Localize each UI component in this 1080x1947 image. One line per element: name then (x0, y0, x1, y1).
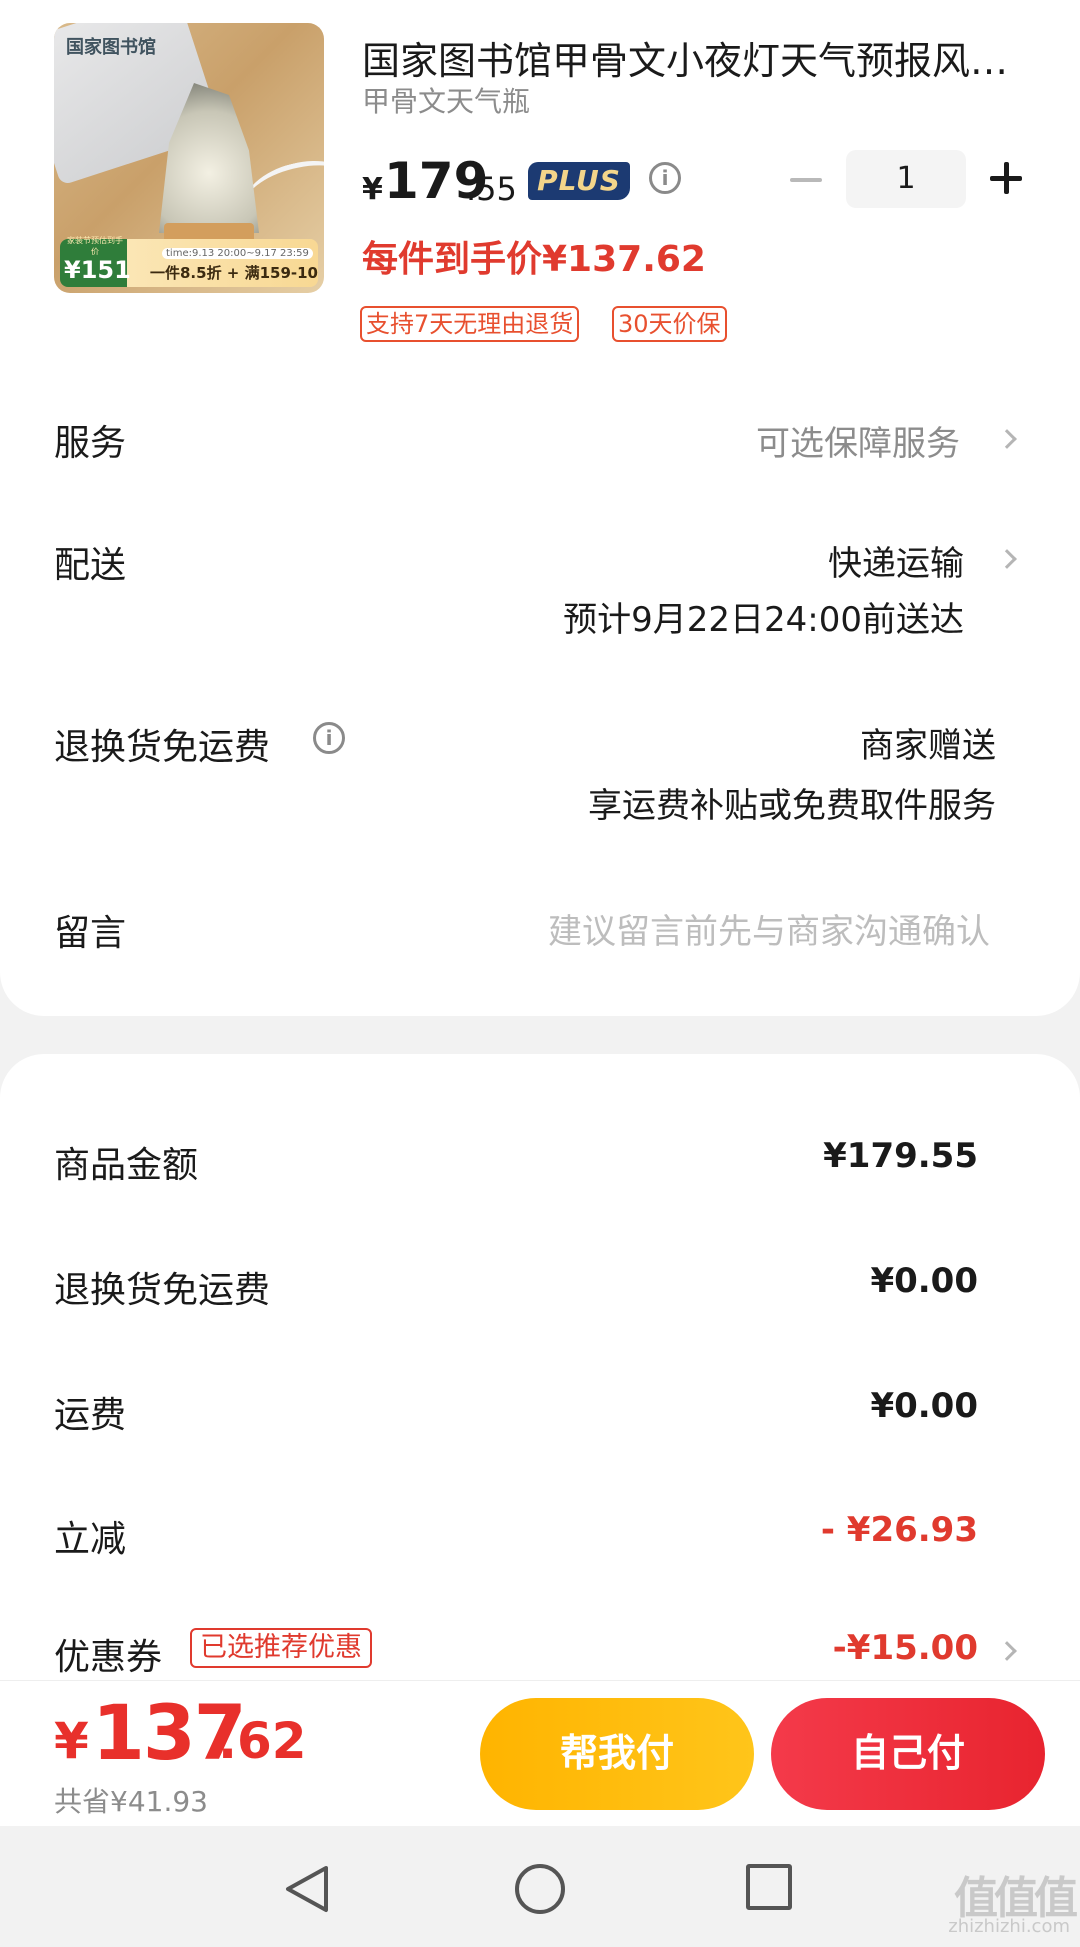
coupon-label: 优惠券 (54, 1637, 163, 1678)
delivery-method[interactable]: 快递运输 (828, 536, 964, 585)
decrease-quantity-button[interactable] (790, 178, 822, 182)
arrival-price: 每件到手价¥137.62 (362, 239, 706, 280)
quantity-input[interactable]: 1 (846, 150, 966, 208)
price-decimal: .55 (466, 170, 517, 208)
coupon-value[interactable]: -¥15.00 (833, 1628, 978, 1668)
back-icon[interactable] (284, 1864, 330, 1914)
price-info-icon[interactable]: i (649, 162, 681, 194)
promo-badge-price: ¥151 (64, 256, 131, 284)
message-input[interactable]: 建议留言前先与商家沟通确认 (548, 904, 990, 953)
return-freight-summary-label: 退换货免运费 (54, 1270, 271, 1311)
delivery-label: 配送 (54, 545, 127, 586)
goods-amount-value: ¥179.55 (823, 1136, 978, 1176)
total-currency: ¥ (54, 1712, 89, 1770)
shipping-label: 运费 (54, 1395, 127, 1436)
return-freight-summary-value: ¥0.00 (870, 1261, 978, 1301)
shipping-value: ¥0.00 (870, 1386, 978, 1426)
service-label: 服务 (54, 423, 127, 464)
product-title[interactable]: 国家图书馆甲骨文小夜灯天气预报风暴瓶 (362, 30, 1032, 85)
instant-discount-label: 立减 (54, 1519, 127, 1560)
return-policy-tag: 支持7天无理由退货 (360, 306, 580, 342)
help-me-pay-button[interactable]: 帮我付 (480, 1698, 754, 1810)
product-spec: 甲骨文天气瓶 (362, 85, 531, 118)
recent-apps-icon[interactable] (746, 1864, 792, 1910)
brand-logo: 国家图书馆 (66, 37, 156, 58)
instant-discount-value: - ¥26.93 (820, 1510, 978, 1550)
delivery-eta: 预计9月22日24:00前送达 (563, 600, 964, 640)
total-saved: 共省¥41.93 (54, 1785, 208, 1818)
goods-amount-label: 商品金额 (54, 1145, 199, 1186)
promo-price-badge: 家装节预估到手价 ¥151 (64, 235, 131, 283)
promo-text: 一件8.5折 + 满159-10 (150, 264, 318, 282)
promo-time: time:9.13 20:00~9.17 23:59 (162, 248, 313, 259)
increase-quantity-button[interactable] (990, 162, 1022, 194)
price-protect-tag: 30天价保 (612, 306, 727, 342)
pay-myself-button[interactable]: 自己付 (771, 1698, 1045, 1810)
service-option[interactable]: 可选保障服务 (756, 416, 960, 465)
total-decimal: .62 (218, 1712, 307, 1770)
return-freight-value: 商家赠送 (860, 726, 996, 766)
plus-badge: PLUS (528, 162, 630, 200)
watermark-url: zhizhizhi.com (948, 1916, 1070, 1937)
return-freight-label: 退换货免运费 (54, 727, 271, 768)
promo-badge-label: 家装节预估到手价 (67, 236, 123, 256)
coupon-selected-tag[interactable]: 已选推荐优惠 (190, 1628, 372, 1668)
home-icon[interactable] (515, 1864, 565, 1914)
product-image[interactable]: 国家图书馆 家装节预估到手价 ¥151 time:9.13 20:00~9.17… (54, 23, 324, 293)
return-freight-info-icon[interactable]: i (313, 722, 345, 754)
price-currency: ¥ (362, 172, 383, 207)
message-label: 留言 (54, 913, 127, 954)
return-freight-note: 享运费补贴或免费取件服务 (588, 786, 996, 826)
